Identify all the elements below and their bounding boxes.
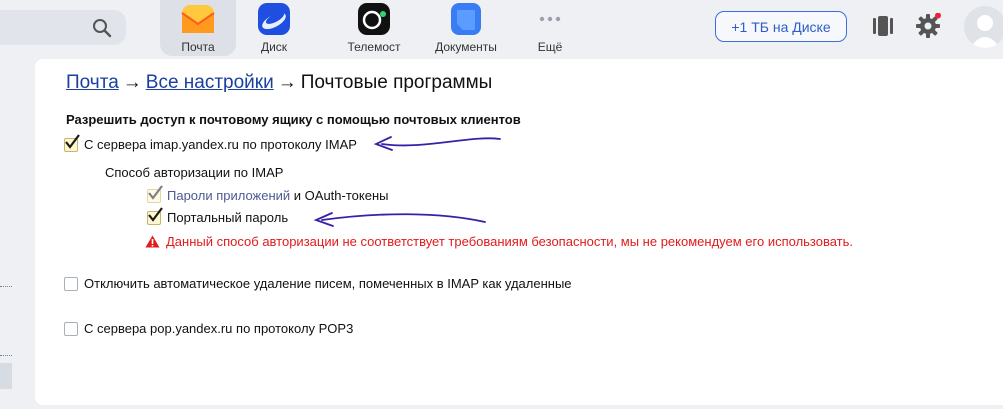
breadcrumb-settings-link[interactable]: Все настройки xyxy=(146,72,274,93)
service-mail[interactable]: Почта xyxy=(160,0,236,56)
more-icon xyxy=(533,2,567,36)
portal-password-checkbox[interactable] xyxy=(147,206,163,225)
checkmark-icon xyxy=(148,184,163,200)
disk-icon xyxy=(257,2,291,36)
disable-autodelete-option[interactable]: Отключить автоматическое удаление писем,… xyxy=(64,276,572,291)
avatar[interactable] xyxy=(964,6,1003,48)
service-more-label: Ещё xyxy=(537,40,563,54)
service-disk[interactable]: Диск xyxy=(236,0,312,56)
pop3-checkbox[interactable] xyxy=(64,321,78,336)
disable-autodelete-label: Отключить автоматическое удаление писем,… xyxy=(84,276,572,291)
app-passwords-link[interactable]: Пароли приложений xyxy=(167,188,290,203)
breadcrumb-separator: → xyxy=(122,72,142,93)
app-passwords-checkbox[interactable] xyxy=(147,184,163,203)
sidebar-tab[interactable] xyxy=(0,363,12,389)
annotation-arrow-icon xyxy=(313,212,486,227)
service-telemost[interactable]: Телемост xyxy=(336,0,412,56)
service-disk-label: Диск xyxy=(260,40,288,54)
search-icon[interactable] xyxy=(92,18,112,38)
imap-checkbox[interactable] xyxy=(64,133,80,152)
telemost-icon xyxy=(357,2,391,36)
disk-upgrade-button[interactable]: +1 ТБ на Диске xyxy=(715,11,847,42)
checkmark-icon xyxy=(65,133,80,149)
auth-title: Способ авторизации по IMAP xyxy=(105,165,283,180)
user-icon xyxy=(970,15,1000,48)
breadcrumb-mail-link[interactable]: Почта xyxy=(66,72,119,93)
search-box[interactable] xyxy=(0,10,126,45)
section-title: Разрешить доступ к почтовому ящику с пом… xyxy=(66,112,521,127)
phone-icon[interactable] xyxy=(870,13,896,39)
breadcrumb: Почта → Все настройки → Почтовые программы xyxy=(66,72,492,94)
portal-password-option[interactable]: Портальный пароль xyxy=(147,206,289,225)
settings-panel: Почта → Все настройки → Почтовые программы Р… xyxy=(35,59,1003,405)
warning-text: Данный способ авторизации не соответству… xyxy=(166,234,854,249)
app-passwords-option[interactable]: Пароли приложений и OAuth-токены xyxy=(147,184,389,203)
service-documents-label: Документы xyxy=(435,40,497,54)
gear-icon[interactable] xyxy=(915,13,941,39)
portal-password-label: Портальный пароль xyxy=(167,210,289,225)
service-more[interactable]: Ещё xyxy=(512,0,588,56)
app-passwords-suffix: и OAuth-токены xyxy=(290,188,389,203)
annotation-arrow-icon xyxy=(373,136,501,151)
service-telemost-label: Телемост xyxy=(347,40,401,54)
security-warning: Данный способ авторизации не соответству… xyxy=(145,234,853,249)
sidebar-divider xyxy=(0,355,12,356)
checkmark-icon xyxy=(148,206,163,222)
breadcrumb-separator: → xyxy=(277,72,297,93)
documents-icon xyxy=(449,2,483,36)
mail-icon xyxy=(181,2,215,36)
imap-option[interactable]: С сервера imap.yandex.ru по протоколу IM… xyxy=(64,133,357,152)
service-mail-label: Почта xyxy=(181,40,215,54)
pop3-option[interactable]: С сервера pop.yandex.ru по протоколу POP… xyxy=(64,321,353,336)
pop3-label: С сервера pop.yandex.ru по протоколу POP… xyxy=(84,321,354,336)
sidebar-divider xyxy=(0,286,12,287)
disable-autodelete-checkbox[interactable] xyxy=(64,276,78,291)
warning-icon xyxy=(145,235,160,248)
service-documents[interactable]: Документы xyxy=(424,0,508,56)
page-title: Почтовые программы xyxy=(300,72,493,93)
auth-title-text: Способ авторизации по IMAP xyxy=(105,165,284,180)
imap-label: С сервера imap.yandex.ru по протоколу IM… xyxy=(84,137,357,152)
